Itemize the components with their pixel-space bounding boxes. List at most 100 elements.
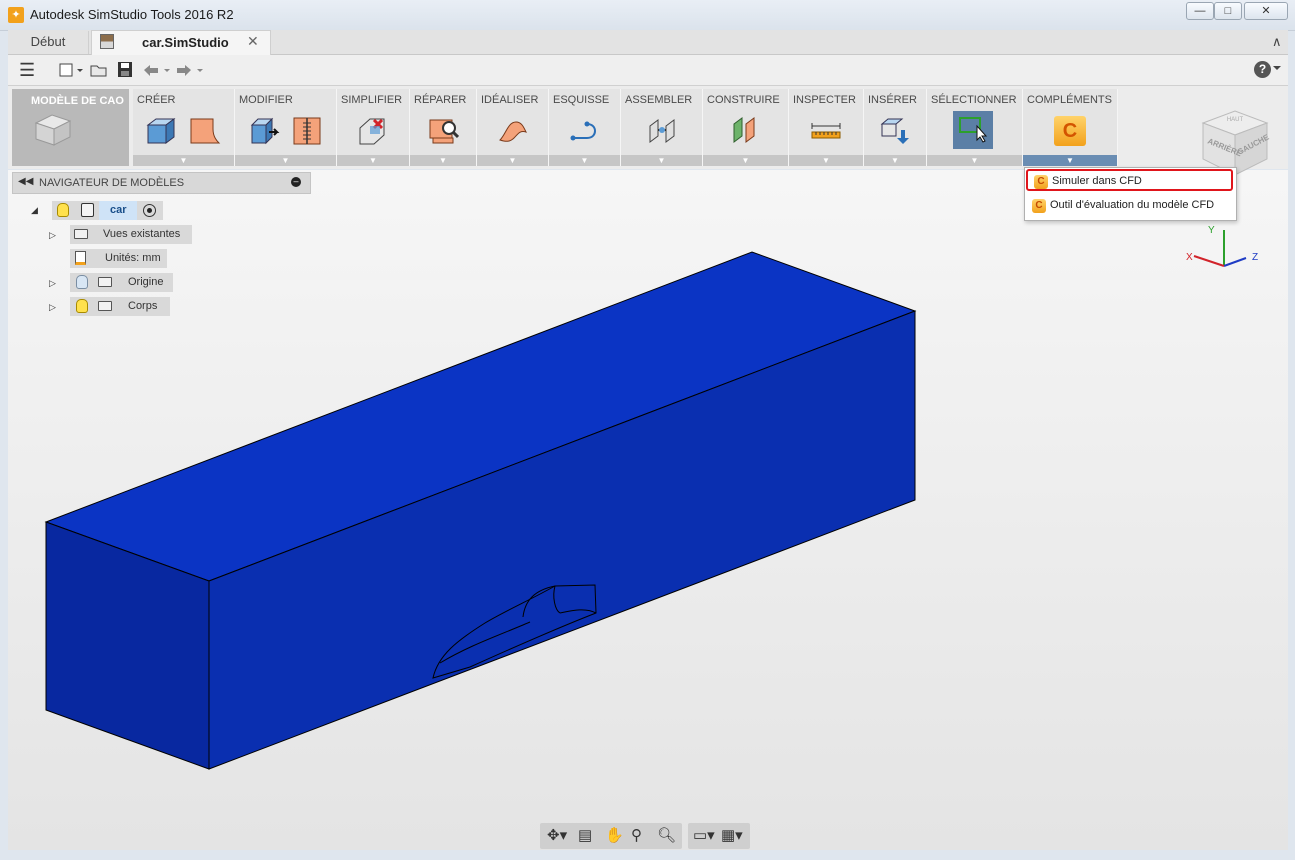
sketch-icon[interactable] bbox=[569, 116, 601, 146]
dropdown-construire[interactable]: ▼ bbox=[703, 155, 788, 166]
dropdown-esquisse[interactable]: ▼ bbox=[549, 155, 620, 166]
split-body-icon[interactable] bbox=[291, 116, 323, 146]
tree-item-label: Vues existantes bbox=[103, 228, 181, 240]
press-pull-icon[interactable] bbox=[249, 116, 281, 146]
dropdown-reparer[interactable]: ▼ bbox=[410, 155, 476, 166]
undo-icon[interactable] bbox=[141, 62, 173, 78]
expand-root-icon[interactable]: ◢ bbox=[31, 205, 38, 216]
new-file-icon[interactable] bbox=[59, 62, 85, 78]
ribbon-group-reparer[interactable]: RÉPARER ▼ bbox=[410, 89, 477, 166]
tree-item-existing-views[interactable]: Vues existantes bbox=[70, 225, 192, 244]
help-dropdown-icon[interactable] bbox=[1273, 66, 1281, 72]
tree-item-units[interactable]: Unités: mm bbox=[70, 249, 167, 268]
tab-close-icon[interactable]: ✕ bbox=[247, 33, 259, 50]
tree-root-car[interactable]: car bbox=[52, 201, 163, 220]
redo-icon[interactable] bbox=[174, 62, 206, 78]
help-icon[interactable]: ? bbox=[1254, 61, 1271, 78]
dropdown-selectionner[interactable]: ▼ bbox=[927, 155, 1022, 166]
dropdown-inserer[interactable]: ▼ bbox=[864, 155, 926, 166]
dropdown-creer[interactable]: ▼ bbox=[133, 155, 234, 166]
tab-car-simstudio[interactable]: car.SimStudio ✕ bbox=[91, 30, 271, 55]
visibility-bulb-icon[interactable] bbox=[76, 275, 88, 289]
model-browser-header[interactable]: ◀◀ NAVIGATEUR DE MODÈLES – bbox=[12, 172, 311, 194]
activate-radio-icon[interactable] bbox=[143, 204, 156, 217]
collapse-browser-icon[interactable]: ◀◀ bbox=[18, 176, 33, 187]
ribbon-group-selectionner[interactable]: SÉLECTIONNER ▼ bbox=[927, 89, 1023, 166]
group-label-selectionner: SÉLECTIONNER bbox=[931, 94, 1017, 106]
hamburger-menu-icon[interactable]: ☰ bbox=[19, 61, 35, 79]
measure-icon[interactable] bbox=[810, 116, 842, 146]
expand-origin-icon[interactable]: ▷ bbox=[49, 278, 56, 289]
root-label: car bbox=[110, 204, 127, 216]
tree-item-label: Unités: mm bbox=[105, 252, 161, 264]
window-select-icon[interactable] bbox=[957, 114, 989, 144]
save-icon[interactable] bbox=[117, 61, 133, 78]
group-label-inserer: INSÉRER bbox=[868, 94, 917, 106]
ribbon-group-construire[interactable]: CONSTRUIRE ▼ bbox=[703, 89, 789, 166]
dropdown-inspecter[interactable]: ▼ bbox=[789, 155, 863, 166]
display-settings-group: ▭▾ ▦▾ bbox=[688, 823, 750, 849]
display-settings-icon[interactable]: ▭▾ bbox=[693, 827, 715, 845]
expand-bodies-icon[interactable]: ▷ bbox=[49, 302, 56, 313]
workspace-label: MODÈLE DE CAO bbox=[31, 95, 124, 107]
ribbon-group-creer[interactable]: CRÉER ▼ bbox=[133, 89, 235, 166]
visibility-bulb-icon[interactable] bbox=[57, 203, 69, 217]
cube-face-top: HAUT bbox=[1227, 117, 1244, 123]
ribbon-group-inspecter[interactable]: INSPECTER ▼ bbox=[789, 89, 864, 166]
insert-icon[interactable] bbox=[879, 116, 911, 146]
model-wind-tunnel[interactable] bbox=[40, 245, 920, 775]
repair-icon[interactable] bbox=[427, 116, 459, 146]
ribbon-group-idealiser[interactable]: IDÉALISER ▼ bbox=[477, 89, 549, 166]
menu-item-cfd-model-assessment[interactable]: C Outil d'évaluation du modèle CFD bbox=[1026, 195, 1233, 217]
folder-icon bbox=[74, 229, 88, 239]
group-label-assembler: ASSEMBLER bbox=[625, 94, 693, 106]
cfd-addin-icon[interactable]: C bbox=[1054, 116, 1086, 146]
collapse-ribbon-icon[interactable]: ∧ bbox=[1272, 34, 1282, 50]
minimize-button[interactable]: — bbox=[1186, 2, 1214, 20]
orbit-icon[interactable]: ✥▾ bbox=[547, 827, 567, 845]
dropdown-simplifier[interactable]: ▼ bbox=[337, 155, 409, 166]
tree-item-bodies[interactable]: Corps bbox=[70, 297, 170, 316]
ribbon-group-assembler[interactable]: ASSEMBLER ▼ bbox=[621, 89, 703, 166]
ribbon-group-esquisse[interactable]: ESQUISSE ▼ bbox=[549, 89, 621, 166]
window-titlebar: ✦ Autodesk SimStudio Tools 2016 R2 — □ ✕ bbox=[0, 0, 1295, 31]
ribbon-group-modifier[interactable]: MODIFIER ▼ bbox=[235, 89, 337, 166]
workspace-switcher[interactable]: MODÈLE DE CAO bbox=[12, 89, 129, 166]
dropdown-assembler[interactable]: ▼ bbox=[621, 155, 702, 166]
document-icon bbox=[100, 34, 114, 49]
axis-y-label: Y bbox=[1208, 225, 1215, 236]
idealize-surface-icon[interactable] bbox=[497, 116, 529, 146]
grid-settings-icon[interactable]: ▦▾ bbox=[721, 827, 743, 845]
tab-home[interactable]: Début bbox=[8, 31, 89, 54]
document-tab-bar: Début car.SimStudio ✕ ∧ bbox=[8, 30, 1288, 55]
open-folder-icon[interactable] bbox=[90, 62, 108, 78]
navigation-tools-group: ✥▾ ▤ ✋ ⚲ 🔍︎ bbox=[540, 823, 682, 849]
construction-plane-icon[interactable] bbox=[730, 116, 762, 146]
extrude-icon[interactable] bbox=[189, 116, 221, 146]
tree-item-origin[interactable]: Origine bbox=[70, 273, 173, 292]
minimize-browser-icon[interactable]: – bbox=[291, 177, 301, 187]
pan-hand-icon[interactable]: ✋ bbox=[605, 827, 624, 845]
joint-icon[interactable] bbox=[646, 116, 678, 146]
ribbon-group-simplifier[interactable]: SIMPLIFIER ▼ bbox=[337, 89, 410, 166]
box-icon[interactable] bbox=[145, 116, 177, 146]
expand-views-icon[interactable]: ▷ bbox=[49, 230, 56, 241]
dropdown-idealiser[interactable]: ▼ bbox=[477, 155, 548, 166]
browser-title: NAVIGATEUR DE MODÈLES bbox=[39, 177, 185, 189]
fit-icon[interactable]: 🔍︎ bbox=[657, 827, 676, 845]
remove-features-icon[interactable] bbox=[357, 116, 389, 146]
window-title: Autodesk SimStudio Tools 2016 R2 bbox=[30, 7, 234, 22]
dropdown-modifier[interactable]: ▼ bbox=[235, 155, 336, 166]
look-at-icon[interactable]: ▤ bbox=[578, 827, 592, 845]
zoom-icon[interactable]: ⚲ bbox=[631, 827, 642, 845]
dropdown-complements[interactable]: ▼ bbox=[1023, 155, 1117, 166]
maximize-button[interactable]: □ bbox=[1214, 2, 1242, 20]
close-window-button[interactable]: ✕ bbox=[1244, 2, 1288, 20]
cfd-icon: C bbox=[1032, 199, 1046, 213]
ribbon-group-inserer[interactable]: INSÉRER ▼ bbox=[864, 89, 927, 166]
component-icon bbox=[81, 203, 94, 217]
view-toolbar: ✥▾ ▤ ✋ ⚲ 🔍︎ ▭▾ ▦▾ bbox=[540, 823, 752, 849]
ribbon-group-complements[interactable]: COMPLÉMENTS C ▼ bbox=[1023, 89, 1118, 166]
menu-item-simulate-cfd[interactable]: C Simuler dans CFD bbox=[1026, 169, 1233, 191]
visibility-bulb-icon[interactable] bbox=[76, 299, 88, 313]
